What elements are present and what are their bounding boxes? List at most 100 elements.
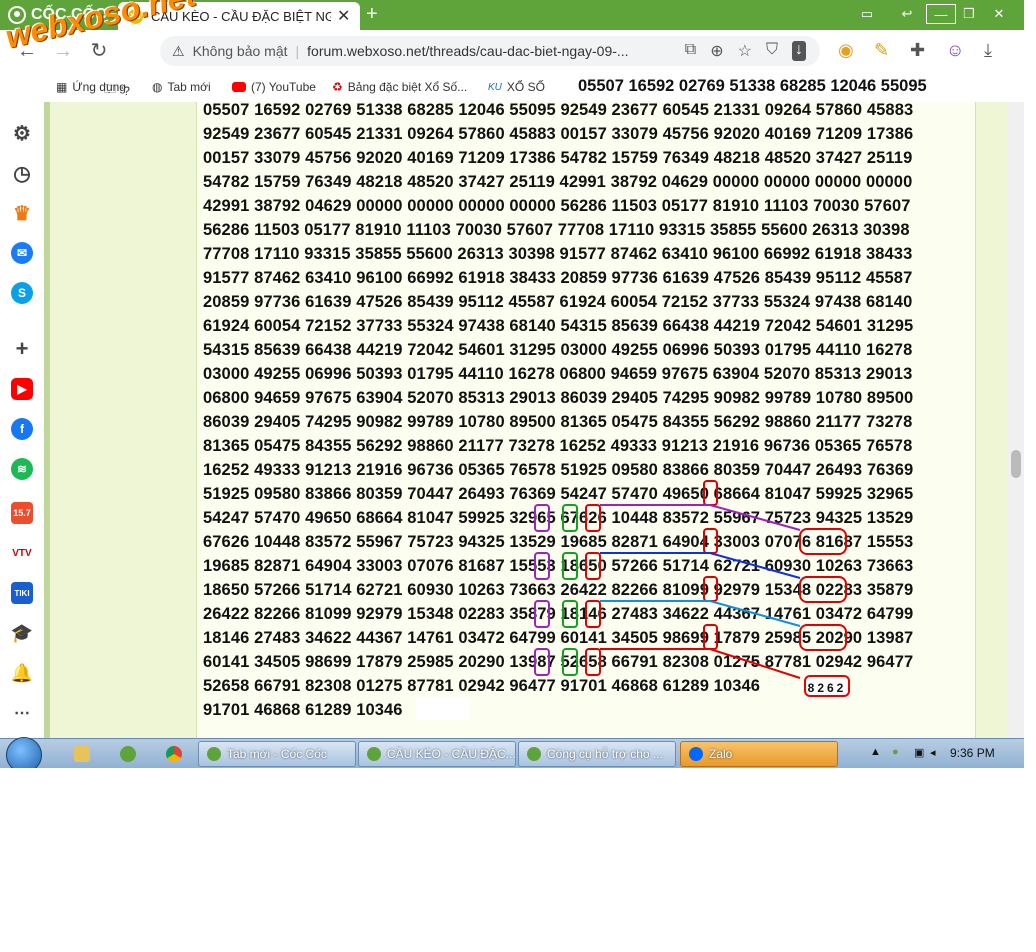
tray-expand-icon[interactable]: ▲ bbox=[870, 746, 881, 758]
taskbar-window-label: Zalo bbox=[709, 747, 733, 761]
number-row: 05507 16592 02769 51338 68285 12046 5509… bbox=[203, 101, 914, 119]
new-tab-button[interactable]: + bbox=[366, 3, 378, 25]
vtv-icon[interactable]: VTV bbox=[11, 542, 33, 564]
history-icon[interactable]: ◷ bbox=[11, 162, 33, 185]
back-arrow-icon[interactable]: ↩ bbox=[892, 4, 922, 24]
taskbar-window-label: Tab mới - Cốc Cốc bbox=[227, 747, 327, 761]
tab-close-icon[interactable]: ✕ bbox=[337, 6, 350, 26]
more-icon[interactable]: ⋯ bbox=[11, 702, 33, 724]
crown-icon[interactable]: ♛ bbox=[11, 202, 33, 225]
bookmark-label: Tab mới bbox=[167, 80, 211, 94]
numbers-header-row: 05507 16592 02769 51338 68285 12046 5509… bbox=[578, 77, 927, 95]
number-rows: 05507 16592 02769 51338 68285 12046 5509… bbox=[203, 98, 913, 722]
page-scrollbar[interactable] bbox=[1008, 102, 1024, 738]
insecure-label: Không bảo mật bbox=[192, 43, 288, 59]
windows-taskbar: Tab mới - Cốc Cốc CẦU KÈO - CẦU ĐẶC... C… bbox=[0, 737, 1024, 768]
bookmark-xoso[interactable]: KU XỔ SỐ bbox=[488, 80, 545, 94]
url-text[interactable]: forum.webxoso.net/threads/cau-dac-biet-n… bbox=[307, 43, 637, 59]
address-bar[interactable]: ⚠ Không bảo mật | forum.webxoso.net/thre… bbox=[160, 36, 820, 66]
profile-avatar-icon[interactable]: ☺ bbox=[946, 40, 964, 61]
network-icon[interactable]: ▣ bbox=[914, 746, 924, 759]
coccoc-icon bbox=[207, 747, 221, 761]
bookmark-label: XỔ SỐ bbox=[506, 80, 545, 94]
lottery-icon: ♻ bbox=[332, 80, 343, 94]
omnibox-actions: ⧉ ⊕ ☆ ⛉ ↓ bbox=[685, 41, 806, 61]
page-left-border bbox=[44, 102, 50, 738]
apps-icon: ▦ bbox=[56, 80, 68, 94]
scrollbar-thumb[interactable] bbox=[1011, 450, 1021, 478]
number-row: 81365 05475 84355 56292 98860 21177 7327… bbox=[203, 437, 913, 455]
taskbar-window-zalo[interactable]: Zalo bbox=[680, 741, 838, 767]
number-row: 00157 33079 45756 92020 40169 71209 1738… bbox=[203, 149, 913, 167]
number-row: 51925 09580 83866 80359 70447 26493 7636… bbox=[203, 485, 914, 503]
number-row: 18146 27483 34622 44367 14761 03472 6479… bbox=[203, 629, 914, 647]
chrome-icon[interactable] bbox=[166, 746, 182, 762]
volume-icon[interactable]: ◂ bbox=[930, 746, 936, 759]
globe-icon: ◍ bbox=[152, 80, 163, 94]
explorer-icon[interactable] bbox=[74, 746, 90, 762]
number-row: 19685 82871 64904 33003 07076 81687 1555… bbox=[203, 557, 914, 575]
coccoc-sidebar: ⚙ ◷ ♛ ✉ S + ▶ f ≋ 15.7 VTV TIKI 🎓 🔔 ⋯ bbox=[0, 102, 45, 738]
taskbar-window-coccoc[interactable]: Tab mới - Cốc Cốc bbox=[198, 741, 356, 767]
settings-gear-icon[interactable]: ⚙ bbox=[11, 122, 33, 145]
close-window-button[interactable]: ✕ bbox=[984, 4, 1014, 24]
zalo-icon bbox=[689, 747, 703, 761]
divider: | bbox=[295, 43, 300, 59]
address-toolbar: ← → ↻ ⚠ Không bảo mật | forum.webxoso.ne… bbox=[0, 30, 1024, 73]
facebook-icon[interactable]: f bbox=[11, 418, 33, 440]
graduation-cap-icon[interactable]: 🎓 bbox=[11, 622, 33, 644]
youtube-icon bbox=[232, 82, 246, 92]
spotify-icon[interactable]: ≋ bbox=[11, 458, 33, 480]
bookmark-label: '? bbox=[121, 83, 130, 98]
minimize-button[interactable]: — bbox=[926, 4, 956, 24]
number-row: 56286 11503 05177 81910 11103 70030 5760… bbox=[203, 221, 910, 239]
tray-coccoc-icon[interactable]: ● bbox=[892, 746, 899, 758]
download-box-icon[interactable]: ↓ bbox=[792, 41, 806, 61]
screen: CỐC CỐC XS CẦU KÈO - CẦU ĐẶC BIỆT NGÀY 0… bbox=[0, 0, 1024, 768]
number-row: 91577 87462 63410 96100 66992 61918 3843… bbox=[203, 269, 913, 287]
bookmark-label: (7) YouTube bbox=[251, 80, 316, 94]
shield-icon[interactable]: ⛉ bbox=[766, 41, 778, 61]
taskbar-clock: 9:36 PM bbox=[950, 746, 995, 760]
shopee-icon[interactable]: 15.7 bbox=[11, 502, 33, 524]
number-row: 54315 85639 66438 44219 72042 54601 3129… bbox=[203, 341, 913, 359]
bookmark-lottery[interactable]: ♻ Bảng đặc biệt Xổ Số... bbox=[332, 80, 467, 94]
number-row: 86039 29405 74295 90982 99789 10780 8950… bbox=[203, 413, 913, 431]
restore-button[interactable]: ❐ bbox=[954, 4, 984, 24]
add-icon[interactable]: + bbox=[11, 336, 33, 361]
blocked-popup-icon[interactable]: ⧉ bbox=[685, 41, 696, 61]
ku-icon: KU bbox=[488, 81, 502, 93]
skype-icon[interactable]: S bbox=[11, 282, 33, 304]
extensions-puzzle-icon[interactable]: ✚ bbox=[910, 40, 925, 61]
youtube-sidebar-icon[interactable]: ▶ bbox=[11, 378, 33, 400]
bookmark-new-tab[interactable]: ◍ Tab mới bbox=[152, 80, 211, 94]
number-row: 42991 38792 04629 00000 00000 00000 0000… bbox=[203, 197, 911, 215]
coccoc-taskbar-icon[interactable] bbox=[120, 746, 136, 762]
start-button[interactable] bbox=[6, 737, 42, 768]
folder-icon: 🗀 bbox=[104, 82, 117, 96]
number-row: 91701 46868 61289 10346 bbox=[203, 701, 403, 719]
notification-bell-icon[interactable]: 🔔 bbox=[11, 662, 33, 684]
taskbar-window-label: CẦU KÈO - CẦU ĐẶC... bbox=[387, 747, 516, 761]
bookmark-folder[interactable]: 🗀 '? bbox=[104, 80, 130, 101]
number-row: 54782 15759 76349 48218 48520 37427 2511… bbox=[203, 173, 913, 191]
number-row: 67626 10448 83572 55967 75723 94325 1352… bbox=[203, 533, 914, 551]
taskbar-window-tools[interactable]: Công cụ hỗ trợ cho ... bbox=[518, 741, 676, 767]
extension-chrome-icon[interactable]: ◉ bbox=[838, 40, 854, 61]
number-row: 60141 34505 98699 17879 25985 20290 1398… bbox=[203, 653, 914, 671]
number-row: 03000 49255 06996 50393 01795 44110 1627… bbox=[203, 365, 913, 383]
taskbar-window-caukeo[interactable]: CẦU KÈO - CẦU ĐẶC... bbox=[358, 741, 516, 767]
messenger-icon[interactable]: ✉ bbox=[11, 242, 33, 264]
downloads-icon[interactable]: ⤓ bbox=[984, 40, 992, 61]
tiki-icon[interactable]: TIKI bbox=[11, 582, 33, 604]
bookmark-youtube[interactable]: (7) YouTube bbox=[232, 80, 316, 94]
pen-icon[interactable]: ✎ bbox=[874, 40, 889, 61]
screenshot-icon[interactable]: ▭ bbox=[852, 4, 882, 24]
reload-button[interactable]: ↻ bbox=[86, 38, 112, 64]
number-row: 06800 94659 97675 63904 52070 85313 2901… bbox=[203, 389, 914, 407]
number-row: 20859 97736 61639 47526 85439 95112 4558… bbox=[203, 293, 913, 311]
blank-area bbox=[416, 698, 470, 720]
zoom-icon[interactable]: ⊕ bbox=[710, 41, 723, 61]
bookmark-star-icon[interactable]: ☆ bbox=[738, 41, 752, 61]
bookmark-label: Bảng đặc biệt Xổ Số... bbox=[347, 80, 468, 94]
